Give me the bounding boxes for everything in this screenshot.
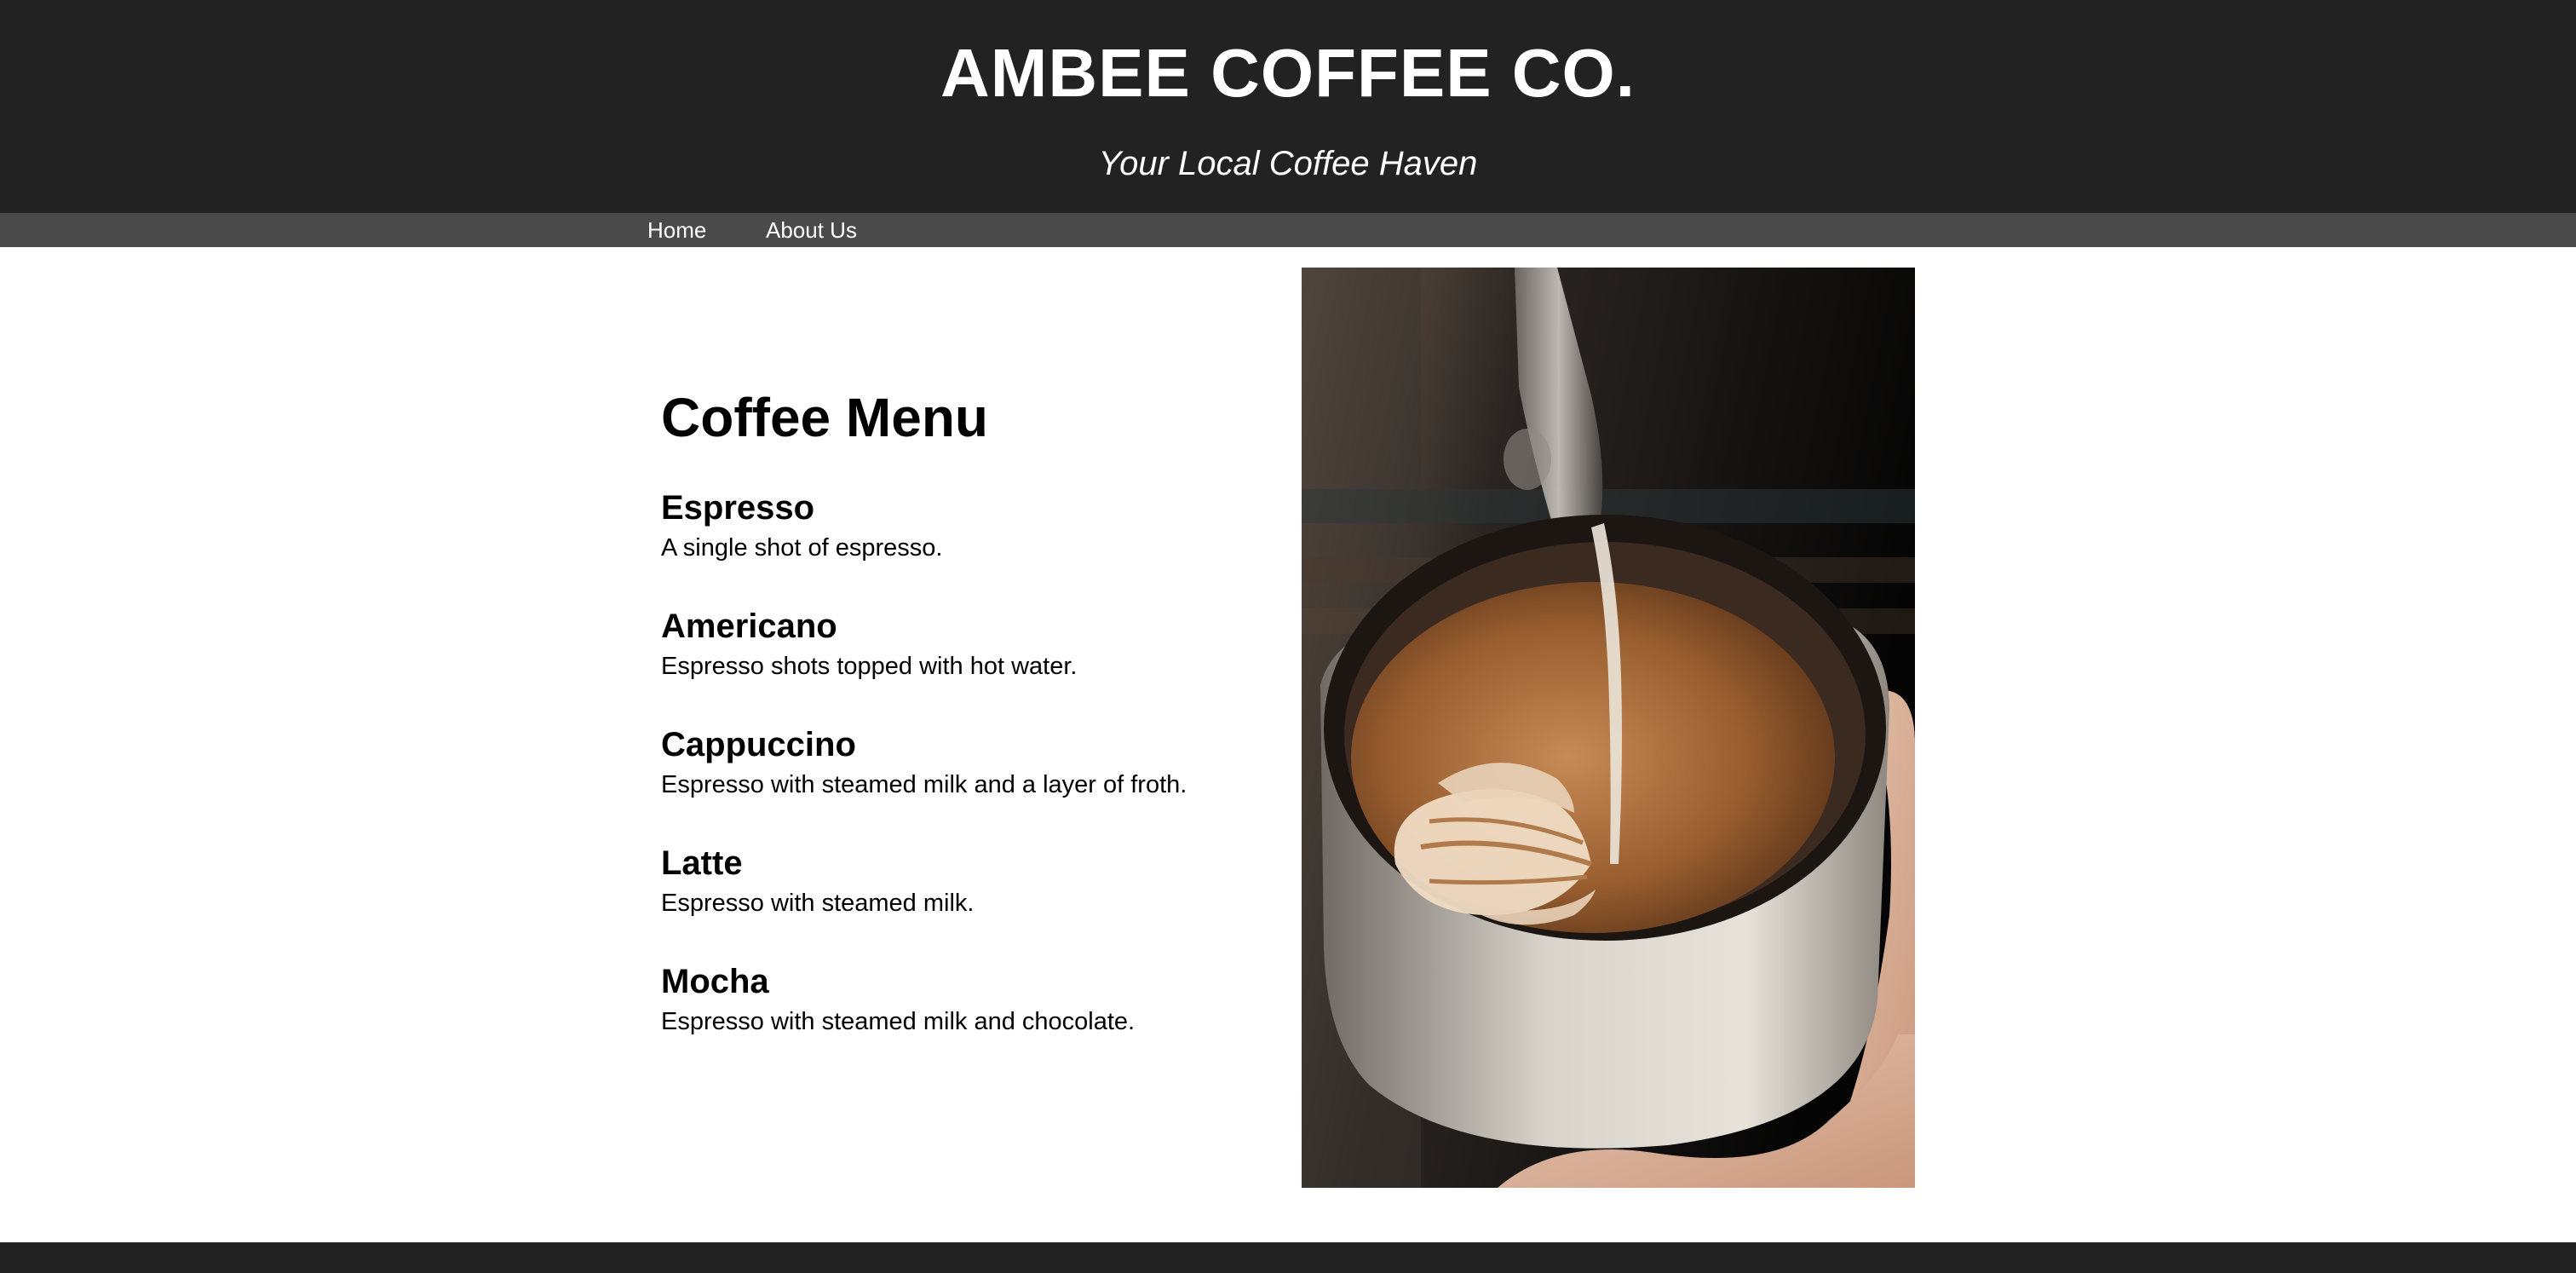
menu-item-latte: Latte Espresso with steamed milk. [661,841,1257,959]
menu-item-description: A single shot of espresso. [661,534,943,562]
menu-item-description: Espresso with steamed milk and a layer o… [661,771,1187,798]
coffee-menu: Coffee Menu Espresso A single shot of es… [661,382,1257,1078]
menu-item-description: Espresso shots topped with hot water. [661,653,1078,680]
menu-heading: Coffee Menu [661,387,988,448]
latte-art-photo [1302,268,1915,1188]
menu-item-description: Espresso with steamed milk. [661,890,975,917]
menu-item-name: Cappuccino [661,726,856,763]
menu-item-name: Americano [661,608,837,645]
menu-item-espresso: Espresso A single shot of espresso. [661,486,1257,604]
menu-item-cappuccino: Cappuccino Espresso with steamed milk an… [661,723,1257,841]
nav-link-home[interactable]: Home [647,213,706,247]
menu-item-americano: Americano Espresso shots topped with hot… [661,604,1257,723]
site-header: AMBEE COFFEE CO. Your Local Coffee Haven [0,0,2576,213]
menu-item-name: Mocha [661,963,769,1000]
menu-item-name: Espresso [661,489,815,527]
menu-item-mocha: Mocha Espresso with steamed milk and cho… [661,959,1257,1078]
menu-item-description: Espresso with steamed milk and chocolate… [661,1008,1136,1035]
site-title: AMBEE COFFEE CO. [940,35,1636,111]
nav-link-about-us[interactable]: About Us [766,213,857,247]
menu-item-name: Latte [661,844,743,882]
site-tagline: Your Local Coffee Haven [1098,145,1478,182]
site-footer [0,1242,2576,1273]
nav-bar: Home About Us [0,213,2576,247]
